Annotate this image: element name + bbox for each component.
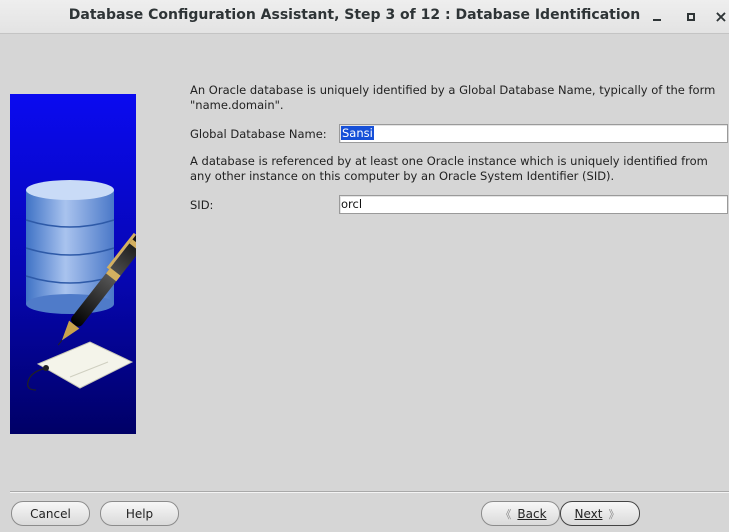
title-bar: Database Configuration Assistant, Step 3… bbox=[0, 0, 729, 34]
back-arrow-icon: 《 bbox=[500, 507, 512, 521]
help-button-label: Help bbox=[125, 506, 154, 521]
cancel-button[interactable]: Cancel bbox=[11, 501, 90, 526]
maximize-icon bbox=[687, 13, 695, 21]
cancel-button-label: Cancel bbox=[30, 506, 71, 521]
global-db-name-value: Sansi bbox=[341, 126, 374, 140]
help-button[interactable]: Help bbox=[100, 501, 179, 526]
sid-description: A database is referenced by at least one… bbox=[190, 154, 708, 183]
sid-label: SID: bbox=[190, 198, 214, 212]
minimize-icon bbox=[653, 19, 661, 21]
next-arrow-icon: 》 bbox=[608, 507, 620, 521]
sid-input[interactable]: orcl bbox=[339, 195, 728, 214]
global-name-description: An Oracle database is uniquely identifie… bbox=[190, 83, 716, 112]
wizard-side-image bbox=[10, 94, 136, 434]
next-button[interactable]: Next 》 bbox=[560, 501, 640, 526]
footer-divider bbox=[10, 491, 729, 493]
next-button-label: Next bbox=[574, 506, 603, 521]
minimize-button[interactable] bbox=[646, 6, 668, 28]
close-icon: × bbox=[714, 7, 728, 26]
back-button[interactable]: 《 Back bbox=[481, 501, 560, 526]
sid-value: orcl bbox=[341, 197, 363, 211]
database-pen-illustration bbox=[10, 94, 136, 434]
maximize-button[interactable] bbox=[680, 6, 702, 28]
global-db-name-input[interactable]: Sansi bbox=[339, 124, 728, 143]
global-db-name-label: Global Database Name: bbox=[190, 127, 327, 141]
window-title: Database Configuration Assistant, Step 3… bbox=[68, 7, 641, 23]
back-button-label: Back bbox=[517, 506, 547, 521]
close-button[interactable]: × bbox=[710, 6, 729, 28]
